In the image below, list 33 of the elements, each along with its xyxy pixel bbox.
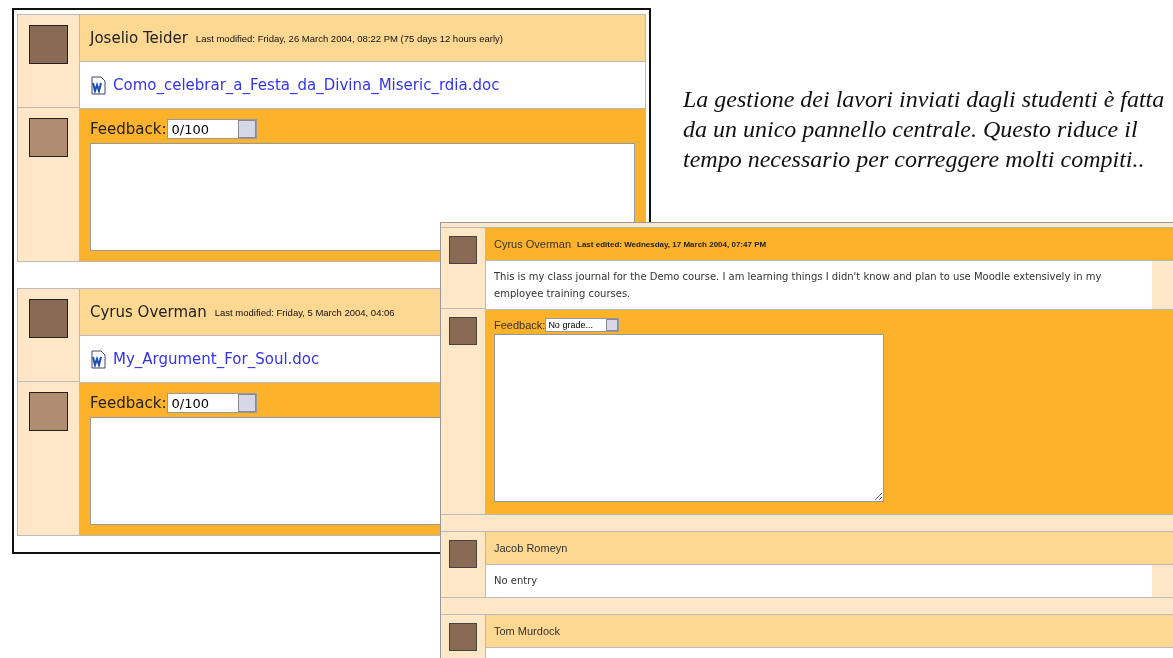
avatar-photo — [449, 236, 477, 264]
feedback-field[interactable] — [494, 334, 884, 502]
student-name: Jacob Romeyn — [494, 542, 568, 554]
journal-text: This is my class journal for the Demo course. I am learning things I didn't know and plan to use Moodle extensively in my employee training courses. — [486, 261, 1152, 309]
student-name: Cyrus Overman — [494, 238, 572, 250]
avatar-photo — [29, 299, 68, 338]
avatar-photo — [449, 623, 477, 651]
avatar-photo — [29, 25, 68, 64]
caption-text: La gestione dei lavori inviati dagli studenti è fatta da un unico pannello centrale. Questo riduce il tempo necessario per correggere molti compiti.. — [683, 85, 1166, 174]
avatar-photo — [29, 118, 68, 157]
avatar-photo — [449, 317, 477, 345]
feedback-label: Feedback: — [90, 120, 167, 138]
student-name: Cyrus Overman — [90, 303, 207, 321]
file-link[interactable]: Como_celebrar_a_Festa_da_Divina_Miseric_rdia.doc — [113, 76, 500, 94]
document-icon — [90, 75, 107, 95]
caret-icon — [606, 319, 619, 331]
grade-select[interactable]: 0/100 — [166, 393, 257, 413]
student-name: Tom Murdock — [494, 625, 561, 637]
grade-select[interactable]: No grade... — [545, 318, 620, 332]
feedback-label: Feedback: — [90, 394, 167, 412]
edited-date: Last edited: Wednesday, 17 March 2004, 07:47 PM — [577, 239, 767, 249]
student-name: Joselio Teider — [90, 29, 188, 47]
caret-icon — [237, 394, 256, 412]
no-entry-text: No entry — [486, 565, 1152, 597]
grade-select[interactable]: 0/100 — [166, 119, 257, 139]
modified-date: Last modified: Friday, 26 March 2004, 08:22 PM (75 days 12 hours early) — [195, 32, 503, 44]
document-icon — [90, 349, 107, 369]
feedback-label: Feedback: — [494, 319, 546, 331]
caret-icon — [237, 120, 256, 138]
avatar-photo — [29, 392, 68, 431]
modified-date: Last modified: Friday, 5 March 2004, 04:06 — [214, 306, 395, 318]
avatar-photo — [449, 540, 477, 568]
file-link[interactable]: My_Argument_For_Soul.doc — [113, 350, 320, 368]
